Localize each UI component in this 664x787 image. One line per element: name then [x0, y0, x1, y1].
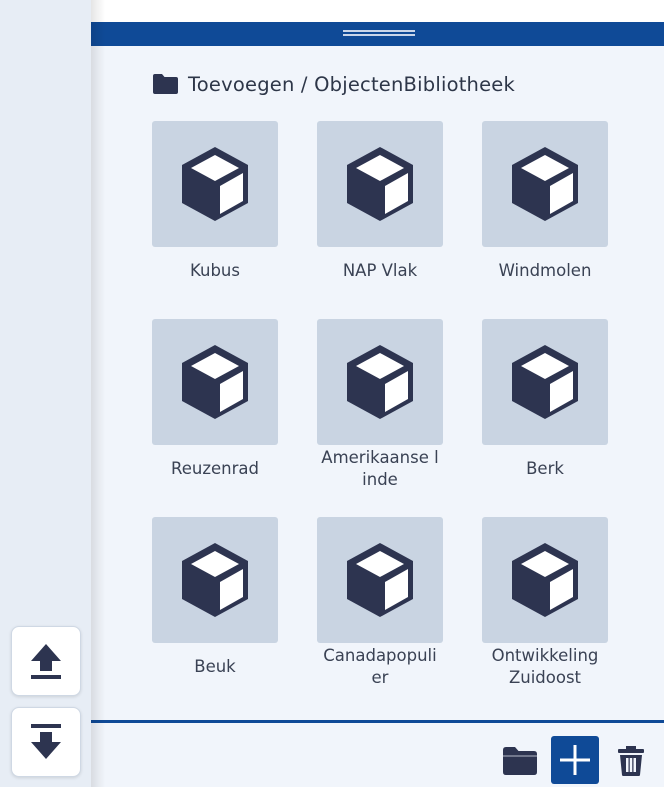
object-tile[interactable]: [152, 319, 278, 449]
object-thumbnail: [482, 121, 608, 247]
cube-icon: [505, 339, 585, 425]
object-tile[interactable]: [317, 319, 443, 449]
object-label: Kubus: [190, 261, 240, 280]
cube-icon: [175, 537, 255, 623]
delete-button[interactable]: [613, 743, 649, 779]
object-label: Ontwikkeling Zuidoost: [491, 646, 599, 687]
cube-icon: [175, 141, 255, 227]
panel-drag-bar: [91, 22, 664, 46]
resize-handle[interactable]: [343, 30, 415, 38]
object-thumbnail: [317, 319, 443, 445]
upload-button[interactable]: [11, 626, 81, 696]
object-label: Reuzenrad: [171, 459, 259, 478]
toolbar-divider: [91, 720, 664, 723]
object-label: Canadapopulier: [323, 646, 437, 687]
object-thumbnail: [317, 517, 443, 643]
object-tile[interactable]: [317, 517, 443, 647]
object-label: Windmolen: [498, 261, 592, 280]
upload-icon: [31, 644, 61, 679]
breadcrumb-path: Toevoegen / ObjectenBibliotheek: [188, 72, 515, 96]
object-tile[interactable]: [482, 517, 608, 647]
cube-icon: [505, 141, 585, 227]
object-thumbnail: [482, 517, 608, 643]
cube-icon: [340, 141, 420, 227]
download-button[interactable]: [11, 707, 81, 777]
breadcrumb: Toevoegen / ObjectenBibliotheek: [152, 72, 515, 96]
cube-icon: [175, 339, 255, 425]
open-folder-button[interactable]: [501, 744, 539, 778]
object-tile[interactable]: [152, 121, 278, 251]
object-tile[interactable]: [152, 517, 278, 647]
cube-icon: [340, 537, 420, 623]
left-rail: [0, 0, 91, 787]
object-label: Amerikaanse linde: [321, 448, 439, 489]
object-label: NAP Vlak: [342, 261, 418, 280]
trash-icon: [618, 746, 644, 776]
object-tile[interactable]: [317, 121, 443, 251]
object-tile[interactable]: [482, 319, 608, 449]
object-label: Beuk: [194, 657, 236, 676]
object-label: Berk: [526, 459, 564, 478]
cube-icon: [340, 339, 420, 425]
cube-icon: [505, 537, 585, 623]
object-tile[interactable]: [482, 121, 608, 251]
object-thumbnail: [152, 319, 278, 445]
object-thumbnail: [317, 121, 443, 247]
object-library-panel: Toevoegen / ObjectenBibliotheek Kubus NAP…: [91, 0, 664, 787]
add-object-button[interactable]: [551, 736, 599, 784]
object-thumbnail: [152, 121, 278, 247]
folder-icon: [503, 747, 537, 775]
panel-top-strip: [91, 0, 664, 22]
plus-icon: [560, 745, 590, 775]
object-thumbnail: [482, 319, 608, 445]
folder-icon: [152, 73, 179, 95]
object-thumbnail: [152, 517, 278, 643]
download-icon: [31, 724, 61, 759]
